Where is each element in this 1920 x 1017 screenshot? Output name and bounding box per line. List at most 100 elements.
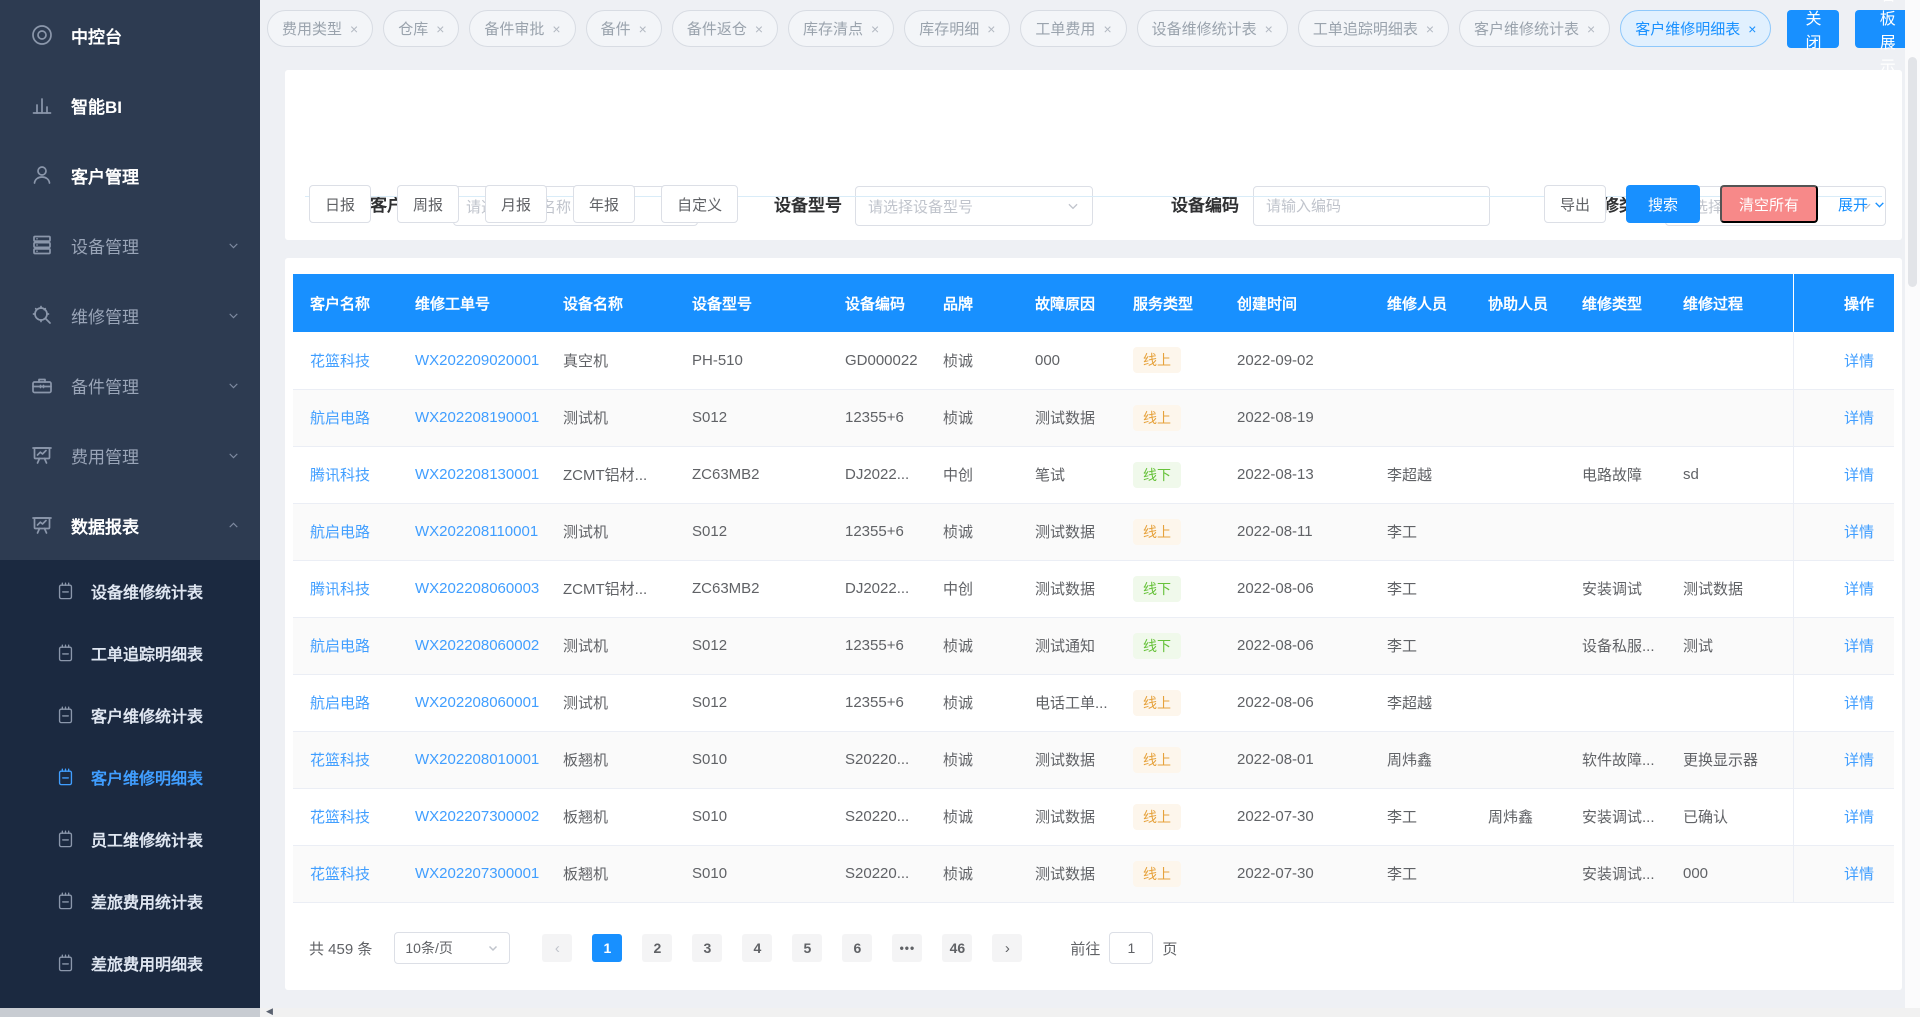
sidebar-subitem-3[interactable]: 客户维修明细表 [0,746,260,808]
customer-link[interactable]: 花篮科技 [310,752,370,769]
customer-link[interactable]: 航启电路 [310,524,370,541]
close-icon[interactable]: × [1426,22,1434,36]
tab-3[interactable]: 备件× [586,10,662,47]
horizontal-scrollbar[interactable]: ◀ [0,1008,1920,1017]
page-button-3[interactable]: 3 [692,934,722,962]
sidebar-subitem-4[interactable]: 员工维修统计表 [0,808,260,870]
cell-assistant [1476,446,1570,503]
filter-input-2[interactable] [1253,186,1490,226]
close-icon[interactable]: × [871,22,879,36]
work-order-link[interactable]: WX202208060003 [415,580,539,597]
period-button-0[interactable]: 日报 [309,185,371,223]
page-size-select[interactable]: 10条/页 [394,932,510,964]
tab-9[interactable]: 工单追踪明细表× [1298,10,1449,47]
customer-link[interactable]: 花篮科技 [310,353,370,370]
close-icon[interactable]: × [552,22,560,36]
vertical-scrollbar[interactable] [1905,0,1920,1008]
sidebar-item-4[interactable]: 维修管理 [0,280,260,350]
detail-link[interactable]: 详情 [1844,866,1874,883]
work-order-link[interactable]: WX202208110001 [415,523,538,540]
sidebar-subitem-6[interactable]: 差旅费用明细表 [0,932,260,994]
tab-5[interactable]: 库存清点× [788,10,894,47]
tab-6[interactable]: 库存明细× [904,10,1010,47]
sidebar-item-1[interactable]: 智能BI [0,70,260,140]
work-order-link[interactable]: WX202209020001 [415,352,539,369]
sidebar-item-0[interactable]: 中控台 [0,0,260,70]
work-order-link[interactable]: WX202208010001 [415,751,539,768]
close-icon[interactable]: × [1748,22,1756,36]
goto-page-input[interactable] [1109,932,1153,964]
period-button-3[interactable]: 年报 [573,185,635,223]
filter-select-1[interactable]: 请选择设备型号 [855,186,1093,226]
page-button-1[interactable]: 1 [592,934,622,962]
tab-10[interactable]: 客户维修统计表× [1459,10,1610,47]
sidebar-item-6[interactable]: 费用管理 [0,420,260,490]
period-button-2[interactable]: 月报 [485,185,547,223]
detail-link[interactable]: 详情 [1844,410,1874,427]
customer-link[interactable]: 花篮科技 [310,866,370,883]
customer-link[interactable]: 腾讯科技 [310,581,370,598]
customer-link[interactable]: 航启电路 [310,638,370,655]
customer-link[interactable]: 航启电路 [310,695,370,712]
work-order-link[interactable]: WX202208060002 [415,637,539,654]
work-order-link[interactable]: WX202207300002 [415,808,539,825]
close-button[interactable]: 关闭 [1787,10,1839,48]
tab-4[interactable]: 备件返仓× [672,10,778,47]
page-button-4[interactable]: 4 [742,934,772,962]
detail-link[interactable]: 详情 [1844,353,1874,370]
detail-link[interactable]: 详情 [1844,695,1874,712]
work-order-link[interactable]: WX202208060001 [415,694,539,711]
more-pages-button[interactable]: ••• [892,934,922,962]
customer-link[interactable]: 花篮科技 [310,809,370,826]
sidebar-item-3[interactable]: 设备管理 [0,210,260,280]
expand-toggle[interactable]: 展开 [1838,194,1886,215]
close-icon[interactable]: × [987,22,995,36]
detail-link[interactable]: 详情 [1844,467,1874,484]
horizontal-scrollbar-thumb[interactable] [0,1008,260,1017]
customer-link[interactable]: 航启电路 [310,410,370,427]
tab-2[interactable]: 备件审批× [469,10,575,47]
work-order-link[interactable]: WX202207300001 [415,865,539,882]
vertical-scrollbar-thumb[interactable] [1908,57,1917,287]
detail-link[interactable]: 详情 [1844,581,1874,598]
page-button-2[interactable]: 2 [642,934,672,962]
close-icon[interactable]: × [1103,22,1111,36]
work-order-link[interactable]: WX202208190001 [415,409,539,426]
tab-7[interactable]: 工单费用× [1020,10,1126,47]
page-button-46[interactable]: 46 [942,934,972,962]
sidebar-item-2[interactable]: 客户管理 [0,140,260,210]
sidebar-subitem-0[interactable]: 设备维修统计表 [0,560,260,622]
sidebar-subitem-2[interactable]: 客户维修统计表 [0,684,260,746]
sidebar-item-7[interactable]: 数据报表 [0,490,260,560]
page-button-6[interactable]: 6 [842,934,872,962]
page-button-5[interactable]: 5 [792,934,822,962]
next-page-button[interactable]: › [992,934,1022,962]
tab-8[interactable]: 设备维修统计表× [1137,10,1288,47]
filter-text-input[interactable] [1266,198,1477,215]
close-icon[interactable]: × [436,22,444,36]
prev-page-button[interactable]: ‹ [542,934,572,962]
export-button[interactable]: 导出 [1544,185,1606,223]
close-icon[interactable]: × [639,22,647,36]
sidebar-subitem-1[interactable]: 工单追踪明细表 [0,622,260,684]
close-icon[interactable]: × [350,22,358,36]
customer-link[interactable]: 腾讯科技 [310,467,370,484]
search-button[interactable]: 搜索 [1626,185,1700,223]
period-button-4[interactable]: 自定义 [661,185,738,223]
detail-link[interactable]: 详情 [1844,809,1874,826]
detail-link[interactable]: 详情 [1844,752,1874,769]
tab-0[interactable]: 费用类型× [267,10,373,47]
sidebar-subitem-5[interactable]: 差旅费用统计表 [0,870,260,932]
tab-11[interactable]: 客户维修明细表× [1620,10,1771,47]
close-icon[interactable]: × [1587,22,1595,36]
detail-link[interactable]: 详情 [1844,524,1874,541]
cell-device: ZCMT铝材... [551,560,680,617]
work-order-link[interactable]: WX202208130001 [415,466,539,483]
sidebar-item-5[interactable]: 备件管理 [0,350,260,420]
period-button-1[interactable]: 周报 [397,185,459,223]
tab-1[interactable]: 仓库× [383,10,459,47]
detail-link[interactable]: 详情 [1844,638,1874,655]
clear-all-button[interactable]: 清空所有 [1720,185,1818,223]
close-icon[interactable]: × [1265,22,1273,36]
close-icon[interactable]: × [755,22,763,36]
